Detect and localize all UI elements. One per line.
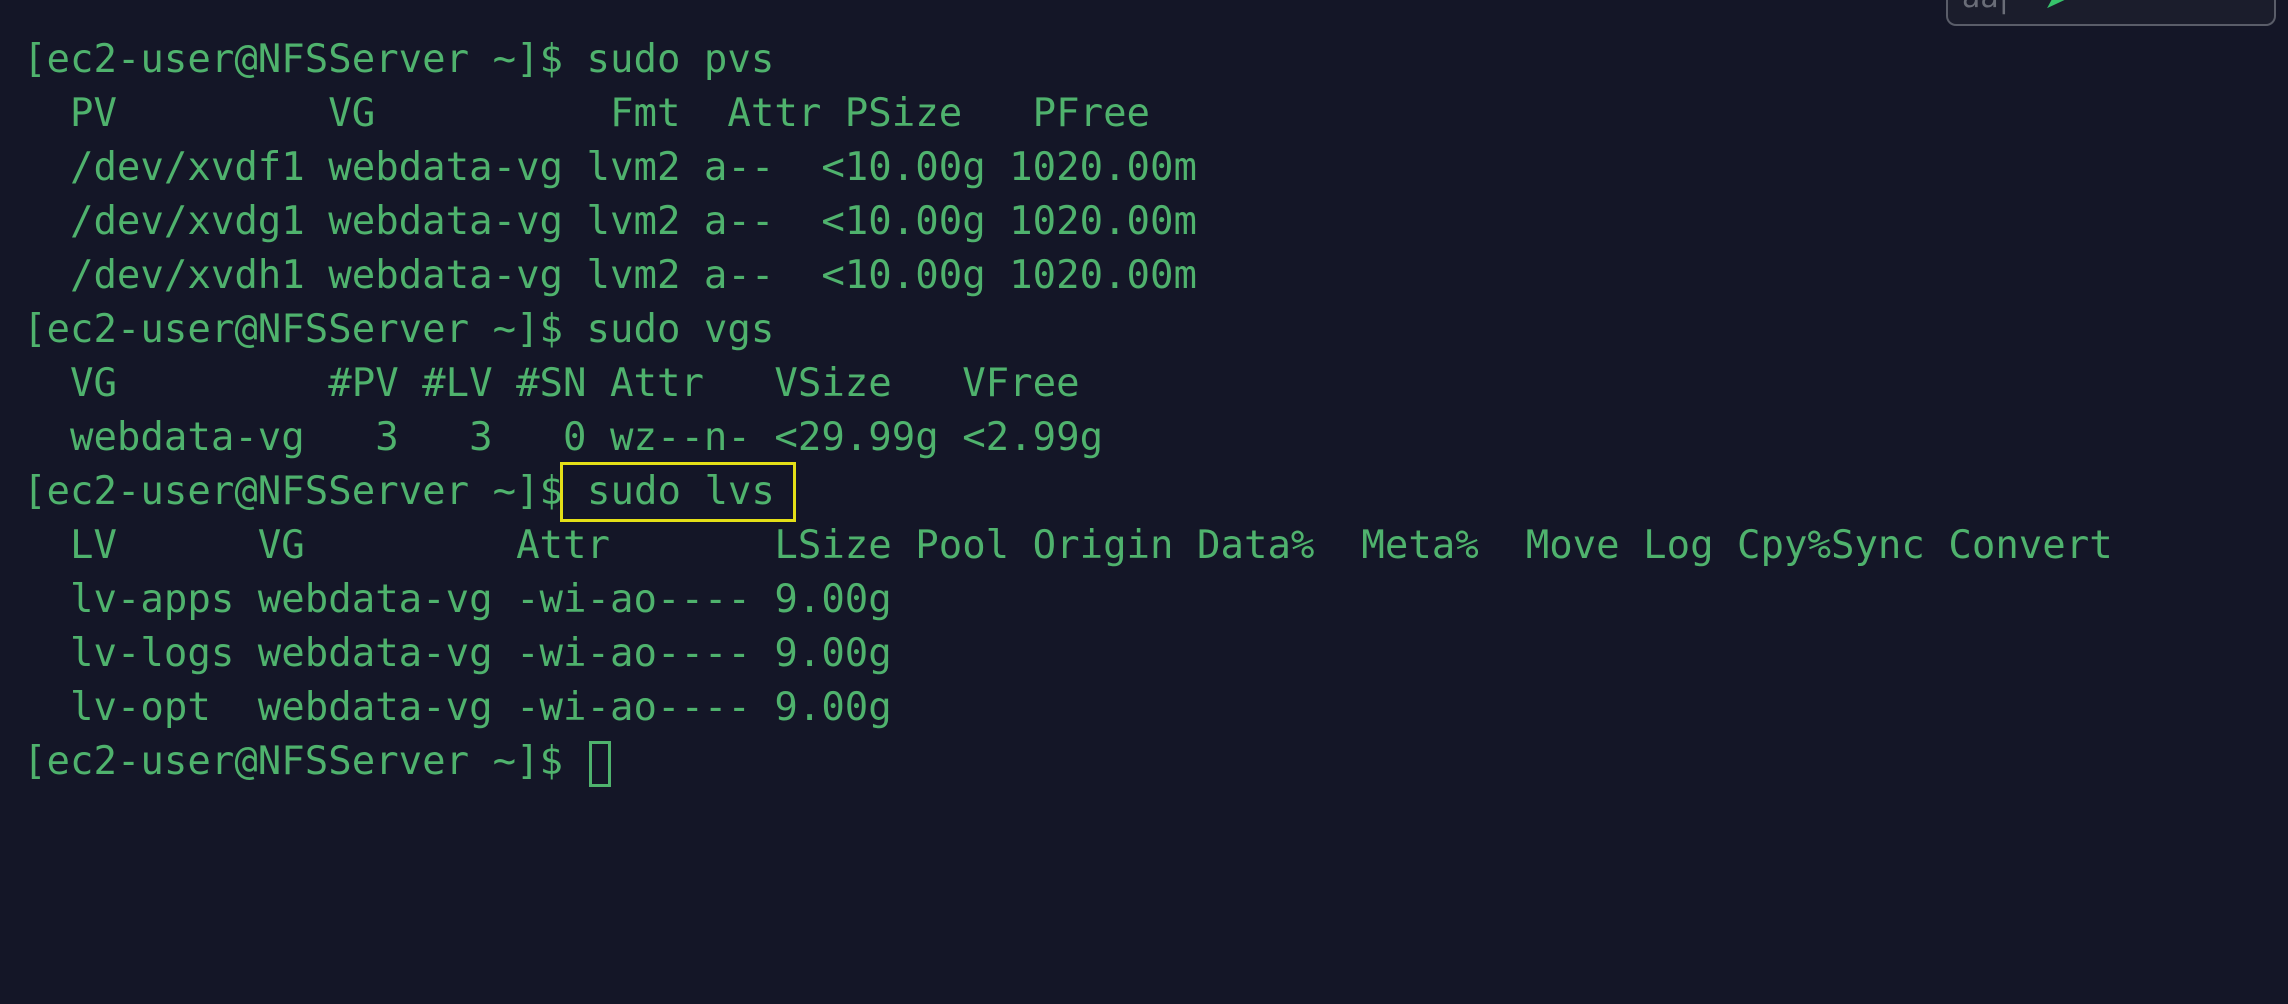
command-text: sudo vgs: [586, 307, 775, 352]
command-line: [ec2-user@NFSServer ~]$ sudo vgs: [23, 303, 2113, 357]
command-line: [ec2-user@NFSServer ~]$ sudo pvs: [23, 33, 2113, 87]
output-header: VG #PV #LV #SN Attr VSize VFree: [23, 361, 1080, 406]
terminal-output: [ec2-user@NFSServer ~]$ sudo pvs PV VG F…: [23, 33, 2113, 789]
corner-widget[interactable]: aa| ➤: [1946, 0, 2276, 26]
shell-prompt: [ec2-user@NFSServer ~]$: [23, 739, 564, 784]
output-row: /dev/xvdh1 webdata-vg lvm2 a-- <10.00g 1…: [23, 253, 1197, 298]
output-row: lv-opt webdata-vg -wi-ao---- 9.00g: [23, 685, 892, 730]
cursor-arrow-icon: ➤: [2044, 0, 2067, 15]
corner-widget-label: aa|: [1962, 0, 2009, 15]
command-line: [ec2-user@NFSServer ~]$ sudo lvs: [23, 462, 2113, 522]
output-row: webdata-vg 3 3 0 wz--n- <29.99g <2.99g: [23, 415, 1104, 460]
output-row: /dev/xvdg1 webdata-vg lvm2 a-- <10.00g 1…: [23, 199, 1197, 244]
output-header: LV VG Attr LSize Pool Origin Data% Meta%…: [23, 523, 2113, 568]
output-row: /dev/xvdf1 webdata-vg lvm2 a-- <10.00g 1…: [23, 145, 1197, 190]
shell-prompt: [ec2-user@NFSServer ~]$: [23, 307, 564, 352]
output-header: PV VG Fmt Attr PSize PFree: [23, 91, 1151, 136]
output-row: lv-logs webdata-vg -wi-ao---- 9.00g: [23, 631, 892, 676]
shell-prompt: [ec2-user@NFSServer ~]$: [23, 469, 564, 514]
command-line: [ec2-user@NFSServer ~]$: [23, 735, 2113, 789]
shell-prompt: [ec2-user@NFSServer ~]$: [23, 37, 564, 82]
terminal-window[interactable]: aa| ➤ [ec2-user@NFSServer ~]$ sudo pvs P…: [0, 0, 2288, 1004]
text-cursor[interactable]: [588, 740, 611, 787]
highlighted-command: sudo lvs: [560, 462, 796, 522]
command-text: sudo pvs: [586, 37, 775, 82]
output-row: lv-apps webdata-vg -wi-ao---- 9.00g: [23, 577, 892, 622]
